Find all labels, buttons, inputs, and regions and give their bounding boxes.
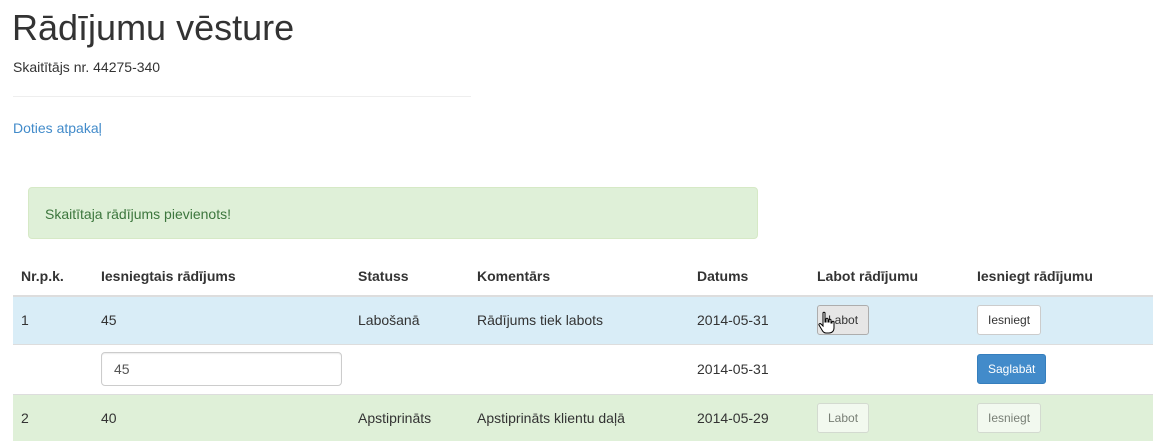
- success-alert: Skaitītaja rādījums pievienots!: [28, 187, 758, 239]
- readings-table: Nr.p.k. Iesniegtais rādījums Statuss Kom…: [13, 257, 1153, 441]
- meter-number-label: Skaitītājs nr. 44275-340: [13, 59, 161, 75]
- row-number: 1: [13, 295, 93, 344]
- column-header-submit: Iesniegt rādījumu: [969, 257, 1153, 297]
- submit-button-disabled[interactable]: Iesniegt: [977, 402, 1042, 433]
- column-header-status: Statuss: [350, 257, 469, 297]
- row-submit-cell: Iesniegt: [969, 393, 1153, 441]
- edit-button-disabled[interactable]: Labot: [817, 402, 870, 433]
- save-button[interactable]: Saglabāt: [977, 354, 1047, 384]
- edit-button[interactable]: Labot: [817, 305, 870, 336]
- row-submit-cell: Iesniegt: [969, 295, 1153, 344]
- row-date: 2014-05-31: [689, 295, 809, 344]
- reading-input[interactable]: [101, 352, 342, 386]
- row-reading: 45: [93, 295, 350, 344]
- column-header-edit: Labot rādījumu: [809, 257, 969, 297]
- row-save-cell: Saglabāt: [969, 343, 1153, 394]
- row-edit-cell: Labot: [809, 393, 969, 441]
- submit-button[interactable]: Iesniegt: [977, 305, 1042, 336]
- header-divider: [13, 96, 471, 97]
- row-date: 2014-05-29: [689, 393, 809, 441]
- edit-button-wrap: Labot: [817, 305, 870, 336]
- back-link[interactable]: Doties atpakaļ: [13, 119, 102, 137]
- column-header-date: Datums: [689, 257, 809, 297]
- row-status: Labošanā: [350, 295, 469, 344]
- table-row: 1 45 Labošanā Rādījums tiek labots 2014-…: [13, 295, 1153, 344]
- column-header-nr: Nr.p.k.: [13, 257, 93, 297]
- table-row: 2 40 Apstiprināts Apstiprināts klientu d…: [13, 393, 1153, 441]
- row-edit-cell: Labot: [809, 295, 969, 344]
- row-comment: Rādījums tiek labots: [469, 295, 689, 344]
- row-comment: Apstiprināts klientu daļā: [469, 393, 689, 441]
- table-header-row: Nr.p.k. Iesniegtais rādījums Statuss Kom…: [13, 257, 1153, 297]
- row-reading: 40: [93, 393, 350, 441]
- column-header-comment: Komentārs: [469, 257, 689, 297]
- row-date: 2014-05-31: [689, 343, 809, 394]
- page-title: Rādījumu vēsture: [12, 7, 295, 48]
- row-number: 2: [13, 393, 93, 441]
- column-header-reading: Iesniegtais rādījums: [93, 257, 350, 297]
- row-status: Apstiprināts: [350, 393, 469, 441]
- edit-input-cell: [93, 343, 350, 394]
- table-row-edit: 2014-05-31 Saglabāt: [13, 343, 1153, 394]
